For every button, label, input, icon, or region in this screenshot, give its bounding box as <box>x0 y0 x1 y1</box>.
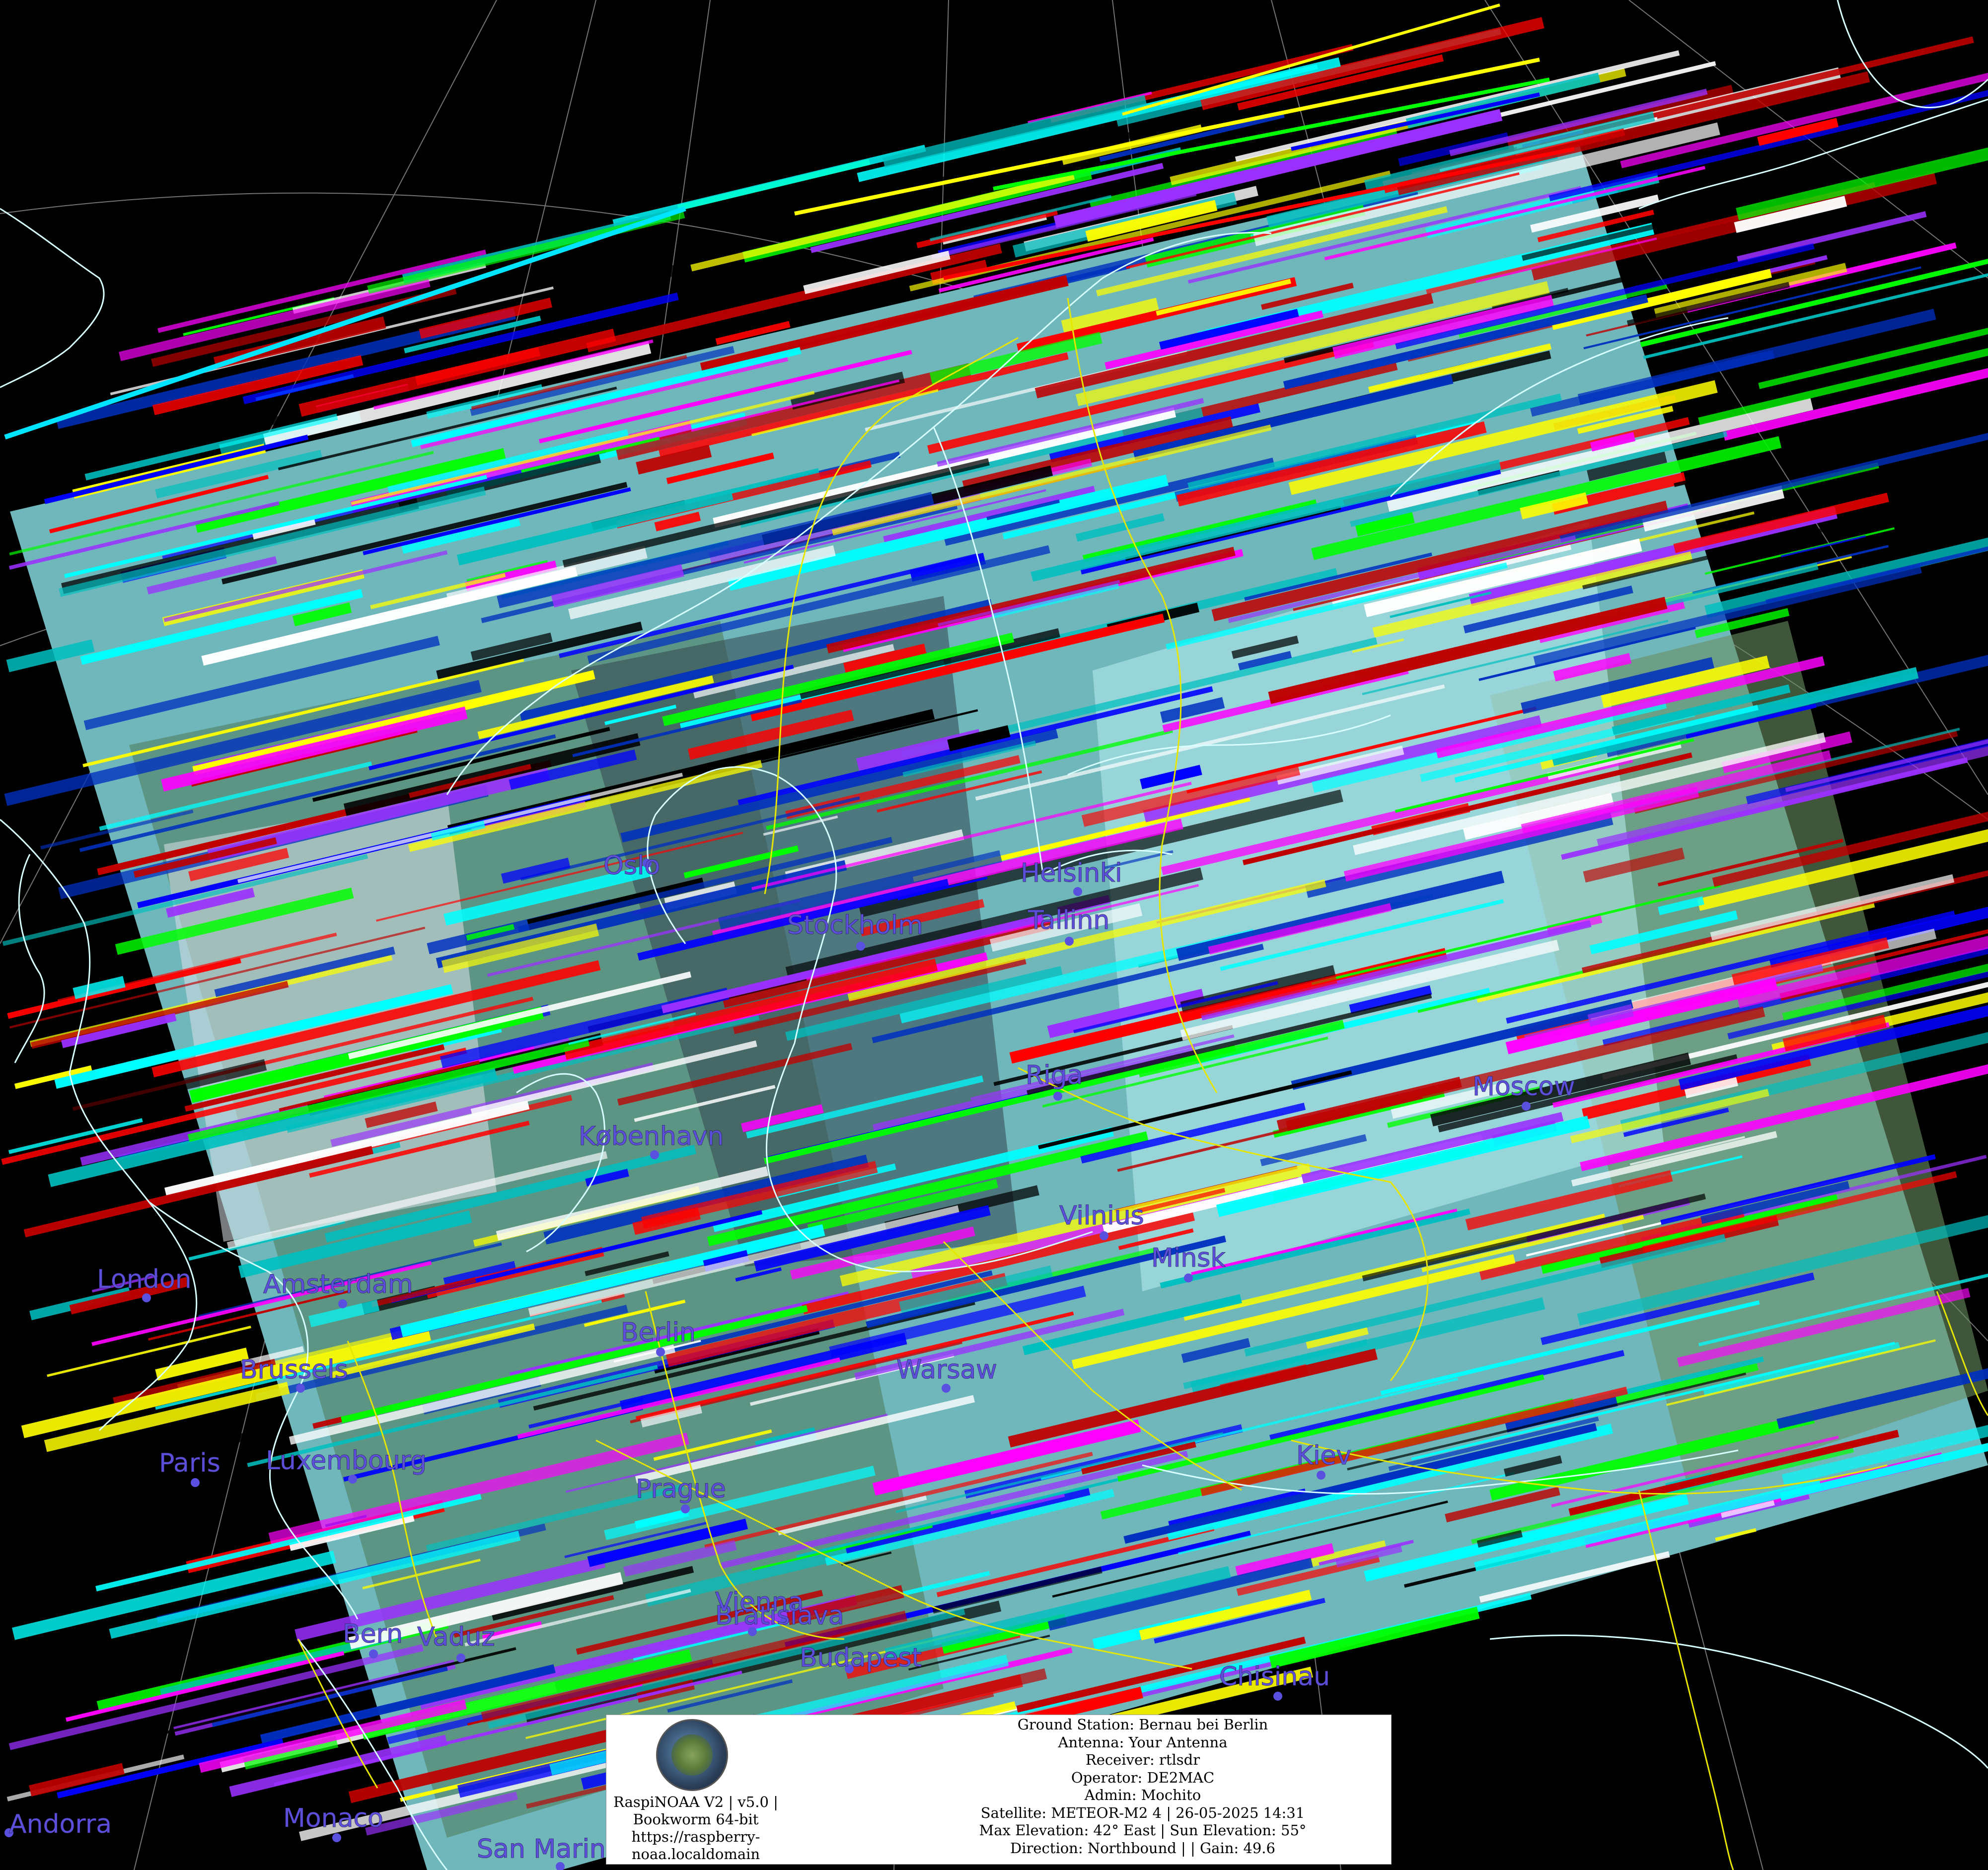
city-label: Kiev <box>1296 1441 1351 1471</box>
city-marker <box>1317 1471 1325 1480</box>
admin-line: Admin: Mochito <box>1084 1787 1201 1803</box>
city-marker <box>191 1478 200 1487</box>
city-label: Luxembourg <box>266 1446 427 1476</box>
city-marker <box>1100 1231 1108 1240</box>
city-marker <box>348 1475 357 1484</box>
station-details: Ground Station: Bernau bei Berlin Antenn… <box>894 1715 1391 1857</box>
city-marker <box>856 942 865 951</box>
city-marker <box>1522 1102 1531 1111</box>
city-label: Riga <box>1026 1060 1083 1090</box>
city-label: Berlin <box>621 1318 696 1347</box>
city-label: Paris <box>159 1448 221 1478</box>
receiver-line: Receiver: rtlsdr <box>1085 1751 1200 1768</box>
software-line: noaa.localdomain <box>631 1846 760 1863</box>
city-label: Warsaw <box>896 1355 997 1385</box>
city-marker <box>369 1649 378 1658</box>
city-marker <box>296 1384 305 1393</box>
city-label: Minsk <box>1151 1243 1225 1273</box>
city-marker <box>681 1504 690 1513</box>
raspinoaa-logo <box>656 1719 728 1791</box>
city-label: Chisinau <box>1219 1662 1330 1692</box>
city-marker <box>1273 1692 1282 1701</box>
city-marker <box>650 1150 659 1159</box>
operator-line: Operator: DE2MAC <box>1071 1769 1215 1786</box>
city-label: Monaco <box>283 1803 383 1833</box>
city-marker <box>656 1347 665 1356</box>
city-marker <box>338 1299 347 1308</box>
city-marker <box>942 1384 951 1393</box>
city-label: Andorra <box>9 1809 112 1839</box>
city-label: Prague <box>636 1474 726 1504</box>
city-label: Vilnius <box>1059 1201 1144 1231</box>
city-label: San Marino <box>477 1834 622 1864</box>
city-label: Bern <box>343 1619 403 1649</box>
city-label: København <box>579 1122 724 1151</box>
city-label: Budapest <box>800 1643 922 1673</box>
city-label: London <box>97 1265 192 1294</box>
city-marker <box>332 1833 341 1842</box>
antenna-line: Antenna: Your Antenna <box>1058 1733 1228 1751</box>
city-label: Vienna <box>715 1587 804 1617</box>
software-line: https://raspberry- <box>631 1828 760 1845</box>
city-marker <box>1053 1092 1062 1101</box>
software-line: RaspiNOAA V2 | v5.0 | <box>613 1794 778 1810</box>
city-label: Stockholm <box>787 910 923 940</box>
city-label: Vaduz <box>417 1622 495 1652</box>
direction-gain-line: Direction: Northbound | | Gain: 49.6 <box>1010 1839 1275 1857</box>
city-label: Helsinki <box>1021 858 1122 888</box>
ground-station-line: Ground Station: Bernau bei Berlin <box>1017 1716 1268 1733</box>
city-marker <box>748 1627 757 1636</box>
logo-globe-icon <box>671 1734 713 1776</box>
city-label: Brussels <box>240 1355 348 1385</box>
city-label: Moscow <box>1473 1072 1575 1102</box>
elevation-line: Max Elevation: 42° East | Sun Elevation:… <box>979 1822 1307 1839</box>
city-marker <box>1073 887 1082 896</box>
city-label: Amsterdam <box>263 1270 413 1299</box>
software-info: RaspiNOAA V2 | v5.0 | Bookworm 64-bit ht… <box>606 1794 785 1863</box>
city-marker <box>1065 937 1074 946</box>
city-label: Tallinn <box>1028 905 1109 935</box>
city-marker <box>456 1653 465 1662</box>
city-marker <box>1184 1273 1193 1282</box>
station-info-box: RaspiNOAA V2 | v5.0 | Bookworm 64-bit ht… <box>606 1715 1392 1865</box>
satellite-map: Oslo Stockholm Helsinki Tallinn Riga Moscow Kø… <box>0 0 1988 1870</box>
satellite-line: Satellite: METEOR-M2 4 | 26-05-2025 14:3… <box>980 1804 1305 1821</box>
city-marker <box>142 1293 151 1302</box>
city-label: Oslo <box>603 851 660 881</box>
software-line: Bookworm 64-bit <box>633 1811 759 1828</box>
